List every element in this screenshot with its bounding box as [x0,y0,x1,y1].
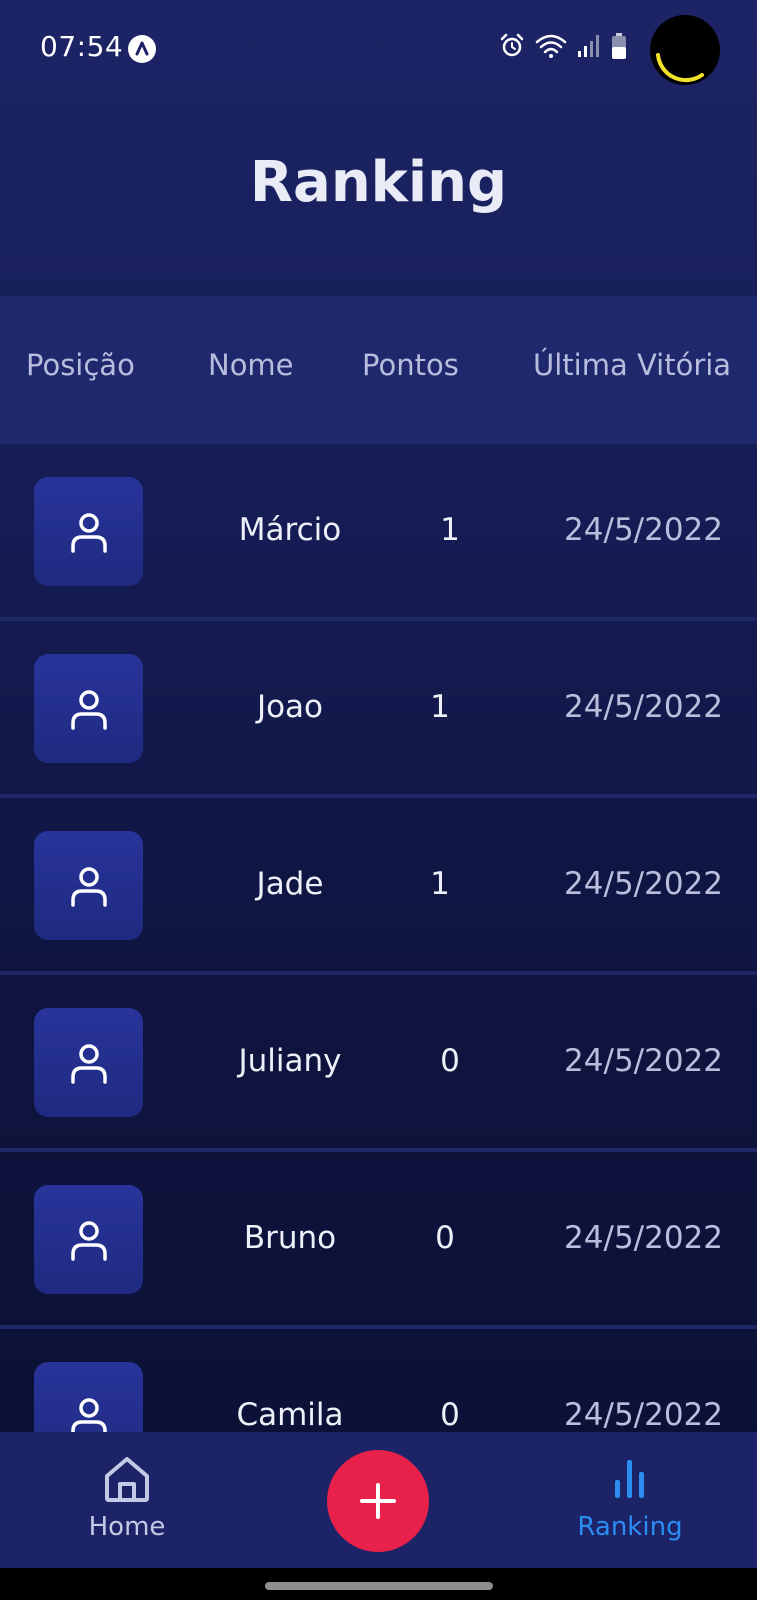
ranking-row[interactable]: Bruno 0 24/5/2022 [0,1152,757,1329]
page-title: Ranking [249,150,508,215]
player-name: Juliany [238,1043,342,1079]
ranking-list[interactable]: Márcio 1 24/5/2022 Joao 1 24/5/2022 Jade… [0,444,757,1432]
ranking-row[interactable]: Camila 0 24/5/2022 [0,1329,757,1432]
user-icon [70,866,107,907]
player-points: 1 [430,689,450,725]
player-points: 1 [440,512,460,548]
nav-home[interactable]: Home [52,1454,202,1542]
column-header-last-win: Última Vitória [533,348,732,382]
user-icon [70,1220,107,1261]
ranking-row[interactable]: Juliany 0 24/5/2022 [0,975,757,1152]
user-icon [70,1043,107,1084]
player-last-win: 24/5/2022 [564,1220,723,1256]
ranking-row[interactable]: Márcio 1 24/5/2022 [0,444,757,621]
user-icon [70,512,107,553]
ranking-row[interactable]: Jade 1 24/5/2022 [0,798,757,975]
status-icons [499,32,627,64]
nav-home-label: Home [88,1512,166,1542]
user-icon [70,1397,107,1432]
player-name: Márcio [238,512,342,548]
avatar [34,831,143,940]
user-icon [70,689,107,730]
nav-ranking-label: Ranking [577,1512,683,1542]
avatar [34,477,143,586]
player-points: 1 [430,866,450,902]
column-header-name: Nome [208,348,294,382]
ranking-row[interactable]: Joao 1 24/5/2022 [0,621,757,798]
screen: 07:54 Ranking Posição Nome Pontos Última… [0,0,757,1600]
player-last-win: 24/5/2022 [564,689,723,725]
add-button[interactable] [327,1450,429,1552]
column-header-points: Pontos [362,348,459,382]
home-gesture-handle[interactable] [265,1582,493,1590]
status-bar: 07:54 [0,0,757,100]
player-points: 0 [440,1043,460,1079]
alarm-icon [499,33,525,63]
battery-icon [611,32,627,64]
camera-cutout [650,15,720,85]
player-name: Bruno [243,1220,337,1256]
system-gesture-bar [0,1568,757,1600]
player-name: Jade [256,866,324,902]
bar-chart-icon [615,1460,644,1498]
avatar [34,654,143,763]
bottom-navigation: Home Ranking [0,1432,757,1568]
player-points: 0 [440,1397,460,1432]
column-header-position: Posição [26,348,135,382]
avatar [34,1362,143,1432]
nav-ranking[interactable]: Ranking [555,1454,705,1542]
signal-icon [577,33,601,63]
player-name: Joao [256,689,324,725]
avatar [34,1185,143,1294]
status-time: 07:54 [40,30,124,63]
home-icon [105,1457,149,1502]
player-last-win: 24/5/2022 [564,1397,723,1432]
player-last-win: 24/5/2022 [564,1043,723,1079]
player-last-win: 24/5/2022 [564,866,723,902]
player-name: Camila [236,1397,344,1432]
avatar [34,1008,143,1117]
player-last-win: 24/5/2022 [564,512,723,548]
plus-icon [360,1483,396,1519]
ranking-table-header: Posição Nome Pontos Última Vitória [0,296,757,444]
navigation-indicator-icon [128,35,156,63]
wifi-icon [535,33,567,63]
player-points: 0 [435,1220,455,1256]
